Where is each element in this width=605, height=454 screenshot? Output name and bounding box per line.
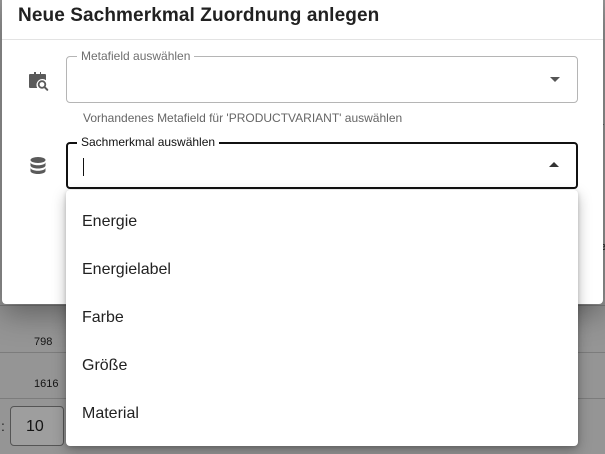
database-icon (30, 157, 46, 174)
sachmerkmal-select[interactable]: Sachmerkmal auswählen (66, 135, 578, 189)
text-cursor (83, 158, 84, 176)
sachmerkmal-options-menu: Energie Energielabel Farbe Größe Materia… (66, 190, 578, 446)
option-energie[interactable]: Energie (66, 197, 578, 245)
dialog-title: Neue Sachmerkmal Zuordnung anlegen (18, 5, 380, 26)
chevron-down-icon[interactable] (550, 77, 560, 82)
category-search-icon (29, 72, 49, 91)
chevron-up-icon[interactable] (549, 162, 559, 167)
option-energielabel[interactable]: Energielabel (66, 245, 578, 293)
metafield-select[interactable]: Metafield auswählen (66, 49, 578, 103)
option-farbe[interactable]: Farbe (66, 293, 578, 341)
option-groesse[interactable]: Größe (66, 341, 578, 389)
option-material[interactable]: Material (66, 389, 578, 437)
metafield-label: Metafield auswählen (77, 49, 195, 63)
sachmerkmal-label: Sachmerkmal auswählen (77, 135, 220, 149)
dialog-divider (2, 39, 603, 40)
metafield-helper-text: Vorhandenes Metafield für 'PRODUCTVARIAN… (83, 111, 403, 125)
